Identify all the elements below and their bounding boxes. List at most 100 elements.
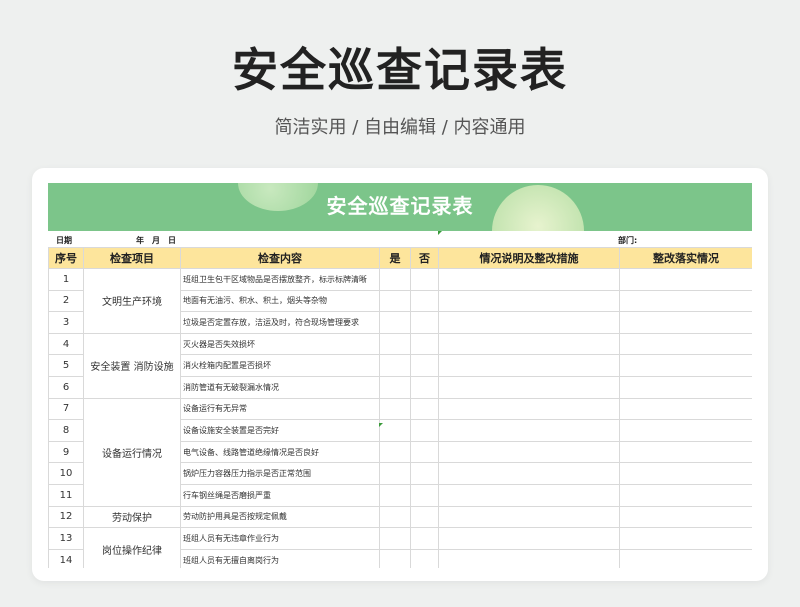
yes-cell[interactable] <box>379 419 411 442</box>
category-cell: 文明生产环境 <box>83 268 181 334</box>
yes-cell[interactable] <box>379 527 411 550</box>
yes-cell[interactable] <box>379 268 411 291</box>
desc-cell[interactable] <box>438 311 620 334</box>
sheet-title: 安全巡查记录表 <box>326 194 474 218</box>
yes-cell[interactable] <box>379 462 411 485</box>
content-cell[interactable]: 垃圾是否定置存放，洁运及时，符合现场管理要求 <box>180 311 380 334</box>
spreadsheet: 安全巡查记录表 日期 年 月 日 部门: 序号 检查项目 检查内容 是 否 情况… <box>48 183 752 568</box>
no-cell[interactable] <box>410 332 439 356</box>
date-fields[interactable]: 年 月 日 <box>136 235 176 246</box>
table-row: 13 岗位操作纪律 班组人员有无违章作业行为 <box>48 527 752 568</box>
row-number: 5 <box>48 354 84 377</box>
impl-cell[interactable] <box>619 505 752 529</box>
impl-cell[interactable] <box>619 332 752 356</box>
no-cell[interactable] <box>410 289 439 313</box>
no-cell[interactable] <box>410 527 439 550</box>
impl-cell[interactable] <box>619 375 752 399</box>
impl-cell[interactable] <box>619 462 752 485</box>
no-cell[interactable] <box>410 483 439 507</box>
no-cell[interactable] <box>410 419 439 442</box>
impl-cell[interactable] <box>619 268 752 291</box>
no-cell[interactable] <box>410 440 439 464</box>
content-cell[interactable]: 设备设施安全装置是否完好 <box>180 419 380 442</box>
inspection-table: 序号 检查项目 检查内容 是 否 情况说明及整改措施 整改落实情况 1 文明生产… <box>48 247 752 568</box>
content-cell[interactable]: 班组人员有无擅自离岗行为 <box>180 548 380 568</box>
col-impl: 整改落实情况 <box>619 247 752 269</box>
desc-cell[interactable] <box>438 527 620 550</box>
content-cell[interactable]: 地面有无油污、积水、积土，烟头等杂物 <box>180 289 380 313</box>
dept-label: 部门: <box>618 236 638 245</box>
category-cell: 劳动保护 <box>83 505 181 529</box>
impl-cell[interactable] <box>619 483 752 507</box>
no-cell[interactable] <box>410 311 439 334</box>
no-cell[interactable] <box>410 375 439 399</box>
content-cell[interactable]: 设备运行有无异常 <box>180 397 380 421</box>
yes-cell[interactable] <box>379 483 411 507</box>
row-number: 11 <box>48 483 84 507</box>
cell-marker-icon <box>379 423 383 427</box>
content-cell[interactable]: 灭火器是否失效损坏 <box>180 332 380 356</box>
row-number: 13 <box>48 527 84 550</box>
content-cell[interactable]: 劳动防护用具是否按规定佩戴 <box>180 505 380 529</box>
impl-cell[interactable] <box>619 548 752 568</box>
desc-cell[interactable] <box>438 505 620 529</box>
impl-cell[interactable] <box>619 440 752 464</box>
desc-cell[interactable] <box>438 289 620 313</box>
desc-cell[interactable] <box>438 419 620 442</box>
yes-cell[interactable] <box>379 375 411 399</box>
no-cell[interactable] <box>410 462 439 485</box>
content-cell[interactable]: 班组卫生包干区域物品是否摆放整齐，标示标牌清晰 <box>180 268 380 291</box>
desc-cell[interactable] <box>438 462 620 485</box>
impl-cell[interactable] <box>619 354 752 377</box>
content-cell[interactable]: 锅炉压力容器压力指示是否正常范围 <box>180 462 380 485</box>
no-cell[interactable] <box>410 548 439 568</box>
content-cell[interactable]: 消火栓箱内配置是否损坏 <box>180 354 380 377</box>
desc-cell[interactable] <box>438 483 620 507</box>
page-subtitle: 简洁实用 / 自由编辑 / 内容通用 <box>274 117 526 138</box>
cell-marker-icon <box>438 231 442 235</box>
row-number: 10 <box>48 462 84 485</box>
category-cell: 岗位操作纪律 <box>83 527 181 568</box>
table-row: 1 文明生产环境 班组卫生包干区域物品是否摆放整齐，标示标牌清晰 <box>48 268 752 334</box>
row-number: 1 <box>48 268 84 291</box>
col-item: 检查项目 <box>83 247 181 269</box>
impl-cell[interactable] <box>619 289 752 313</box>
content-cell[interactable]: 电气设备、线路管道绝缘情况是否良好 <box>180 440 380 464</box>
row-number: 14 <box>48 548 84 568</box>
row-number: 4 <box>48 332 84 356</box>
impl-cell[interactable] <box>619 419 752 442</box>
desc-cell[interactable] <box>438 440 620 464</box>
date-label: 日期 <box>56 236 72 245</box>
content-cell[interactable]: 班组人员有无违章作业行为 <box>180 527 380 550</box>
no-cell[interactable] <box>410 397 439 421</box>
content-cell[interactable]: 消防管道有无破裂漏水情况 <box>180 375 380 399</box>
yes-cell[interactable] <box>379 505 411 529</box>
row-number: 6 <box>48 375 84 399</box>
no-cell[interactable] <box>410 268 439 291</box>
desc-cell[interactable] <box>438 268 620 291</box>
page-title: 安全巡查记录表 <box>232 43 568 97</box>
preview-card: 安全巡查记录表 日期 年 月 日 部门: 序号 检查项目 检查内容 是 否 情况… <box>32 168 768 581</box>
yes-cell[interactable] <box>379 397 411 421</box>
yes-cell[interactable] <box>379 289 411 313</box>
impl-cell[interactable] <box>619 311 752 334</box>
desc-cell[interactable] <box>438 375 620 399</box>
desc-cell[interactable] <box>438 397 620 421</box>
yes-cell[interactable] <box>379 332 411 356</box>
impl-cell[interactable] <box>619 397 752 421</box>
impl-cell[interactable] <box>619 527 752 550</box>
yes-cell[interactable] <box>379 354 411 377</box>
content-cell[interactable]: 行车钢丝绳是否磨损严重 <box>180 483 380 507</box>
info-row: 日期 年 月 日 部门: <box>48 231 752 247</box>
desc-cell[interactable] <box>438 332 620 356</box>
no-cell[interactable] <box>410 505 439 529</box>
col-no: 否 <box>410 247 439 269</box>
desc-cell[interactable] <box>438 354 620 377</box>
no-cell[interactable] <box>410 354 439 377</box>
yes-cell[interactable] <box>379 440 411 464</box>
row-number: 7 <box>48 397 84 421</box>
desc-cell[interactable] <box>438 548 620 568</box>
sheet-banner: 安全巡查记录表 <box>48 183 752 231</box>
yes-cell[interactable] <box>379 548 411 568</box>
yes-cell[interactable] <box>379 311 411 334</box>
